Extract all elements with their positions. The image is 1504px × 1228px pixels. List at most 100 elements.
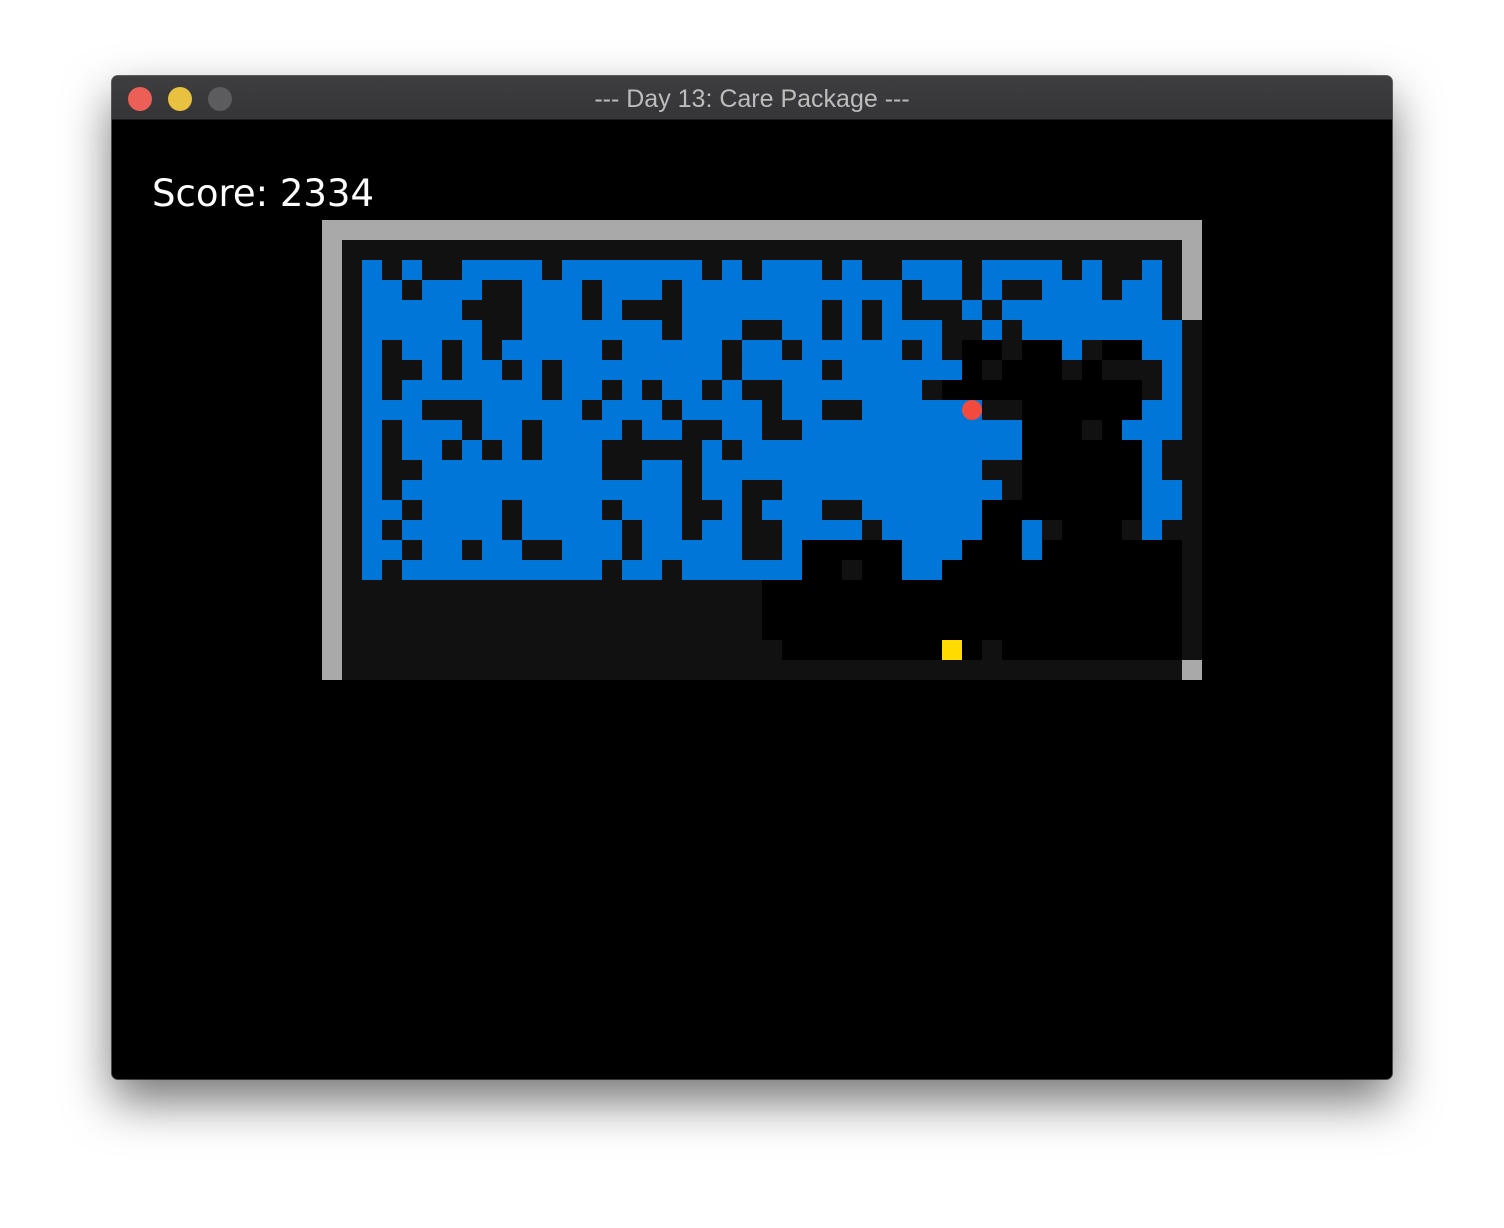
empty-tile (382, 260, 402, 280)
block-tile (842, 480, 862, 500)
block-tile (802, 360, 822, 380)
block-tile (882, 480, 902, 500)
block-tile (642, 420, 662, 440)
block-tile (582, 440, 602, 460)
wall-tile (342, 220, 362, 240)
dark-tile (1082, 460, 1102, 480)
block-tile (1022, 320, 1042, 340)
block-tile (1142, 460, 1162, 480)
block-tile (682, 400, 702, 420)
block-tile (722, 320, 742, 340)
dark-tile (882, 580, 902, 600)
empty-tile (382, 520, 402, 540)
block-tile (802, 280, 822, 300)
empty-tile (382, 620, 402, 640)
dark-tile (922, 640, 942, 660)
block-tile (562, 560, 582, 580)
dark-tile (1042, 400, 1062, 420)
wall-tile (562, 220, 582, 240)
wall-tile (1082, 220, 1102, 240)
dark-tile (1122, 400, 1142, 420)
wall-tile (742, 220, 762, 240)
block-tile (962, 480, 982, 500)
dark-tile (962, 540, 982, 560)
empty-tile (442, 640, 462, 660)
dark-tile (842, 620, 862, 640)
block-tile (742, 460, 762, 480)
block-tile (502, 460, 522, 480)
empty-tile (442, 260, 462, 280)
dark-tile (982, 540, 1002, 560)
block-tile (1002, 440, 1022, 460)
empty-tile (1182, 480, 1202, 500)
empty-tile (622, 580, 642, 600)
block-tile (942, 480, 962, 500)
block-tile (762, 260, 782, 280)
dark-tile (1042, 640, 1062, 660)
empty-tile (822, 660, 842, 680)
block-tile (422, 420, 442, 440)
dark-tile (982, 620, 1002, 640)
empty-tile (422, 660, 442, 680)
block-tile (522, 340, 542, 360)
block-tile (442, 280, 462, 300)
dark-tile (842, 640, 862, 660)
empty-tile (822, 300, 842, 320)
block-tile (602, 400, 622, 420)
empty-tile (1002, 660, 1022, 680)
empty-tile (342, 240, 362, 260)
empty-tile (642, 640, 662, 660)
empty-tile (502, 240, 522, 260)
dark-tile (1022, 380, 1042, 400)
empty-tile (1042, 520, 1062, 540)
empty-tile (622, 240, 642, 260)
block-tile (802, 440, 822, 460)
wall-tile (322, 520, 342, 540)
empty-tile (402, 360, 422, 380)
dark-tile (1042, 560, 1062, 580)
empty-tile (402, 660, 422, 680)
block-tile (1082, 280, 1102, 300)
dark-tile (802, 620, 822, 640)
empty-tile (862, 300, 882, 320)
wall-tile (822, 220, 842, 240)
empty-tile (982, 660, 1002, 680)
empty-tile (922, 240, 942, 260)
block-tile (522, 500, 542, 520)
dark-tile (1122, 580, 1142, 600)
block-tile (1022, 260, 1042, 280)
block-tile (442, 540, 462, 560)
title-bar[interactable]: --- Day 13: Care Package --- (112, 76, 1392, 120)
block-tile (582, 260, 602, 280)
block-tile (1062, 340, 1082, 360)
empty-tile (582, 280, 602, 300)
dark-tile (782, 580, 802, 600)
block-tile (822, 480, 842, 500)
empty-tile (1062, 260, 1082, 280)
empty-tile (342, 620, 362, 640)
block-tile (842, 280, 862, 300)
empty-tile (622, 460, 642, 480)
block-tile (1142, 520, 1162, 540)
empty-tile (582, 660, 602, 680)
empty-tile (342, 520, 362, 540)
block-tile (962, 300, 982, 320)
dark-tile (902, 620, 922, 640)
block-tile (582, 420, 602, 440)
empty-tile (1162, 260, 1182, 280)
wall-tile (662, 220, 682, 240)
empty-tile (522, 440, 542, 460)
empty-tile (422, 640, 442, 660)
empty-tile (962, 280, 982, 300)
block-tile (462, 480, 482, 500)
empty-tile (922, 300, 942, 320)
dark-tile (862, 580, 882, 600)
dark-tile (882, 640, 902, 660)
empty-tile (602, 620, 622, 640)
empty-tile (762, 400, 782, 420)
dark-tile (1142, 620, 1162, 640)
block-tile (462, 260, 482, 280)
block-tile (562, 260, 582, 280)
dark-tile (1022, 560, 1042, 580)
block-tile (962, 520, 982, 540)
